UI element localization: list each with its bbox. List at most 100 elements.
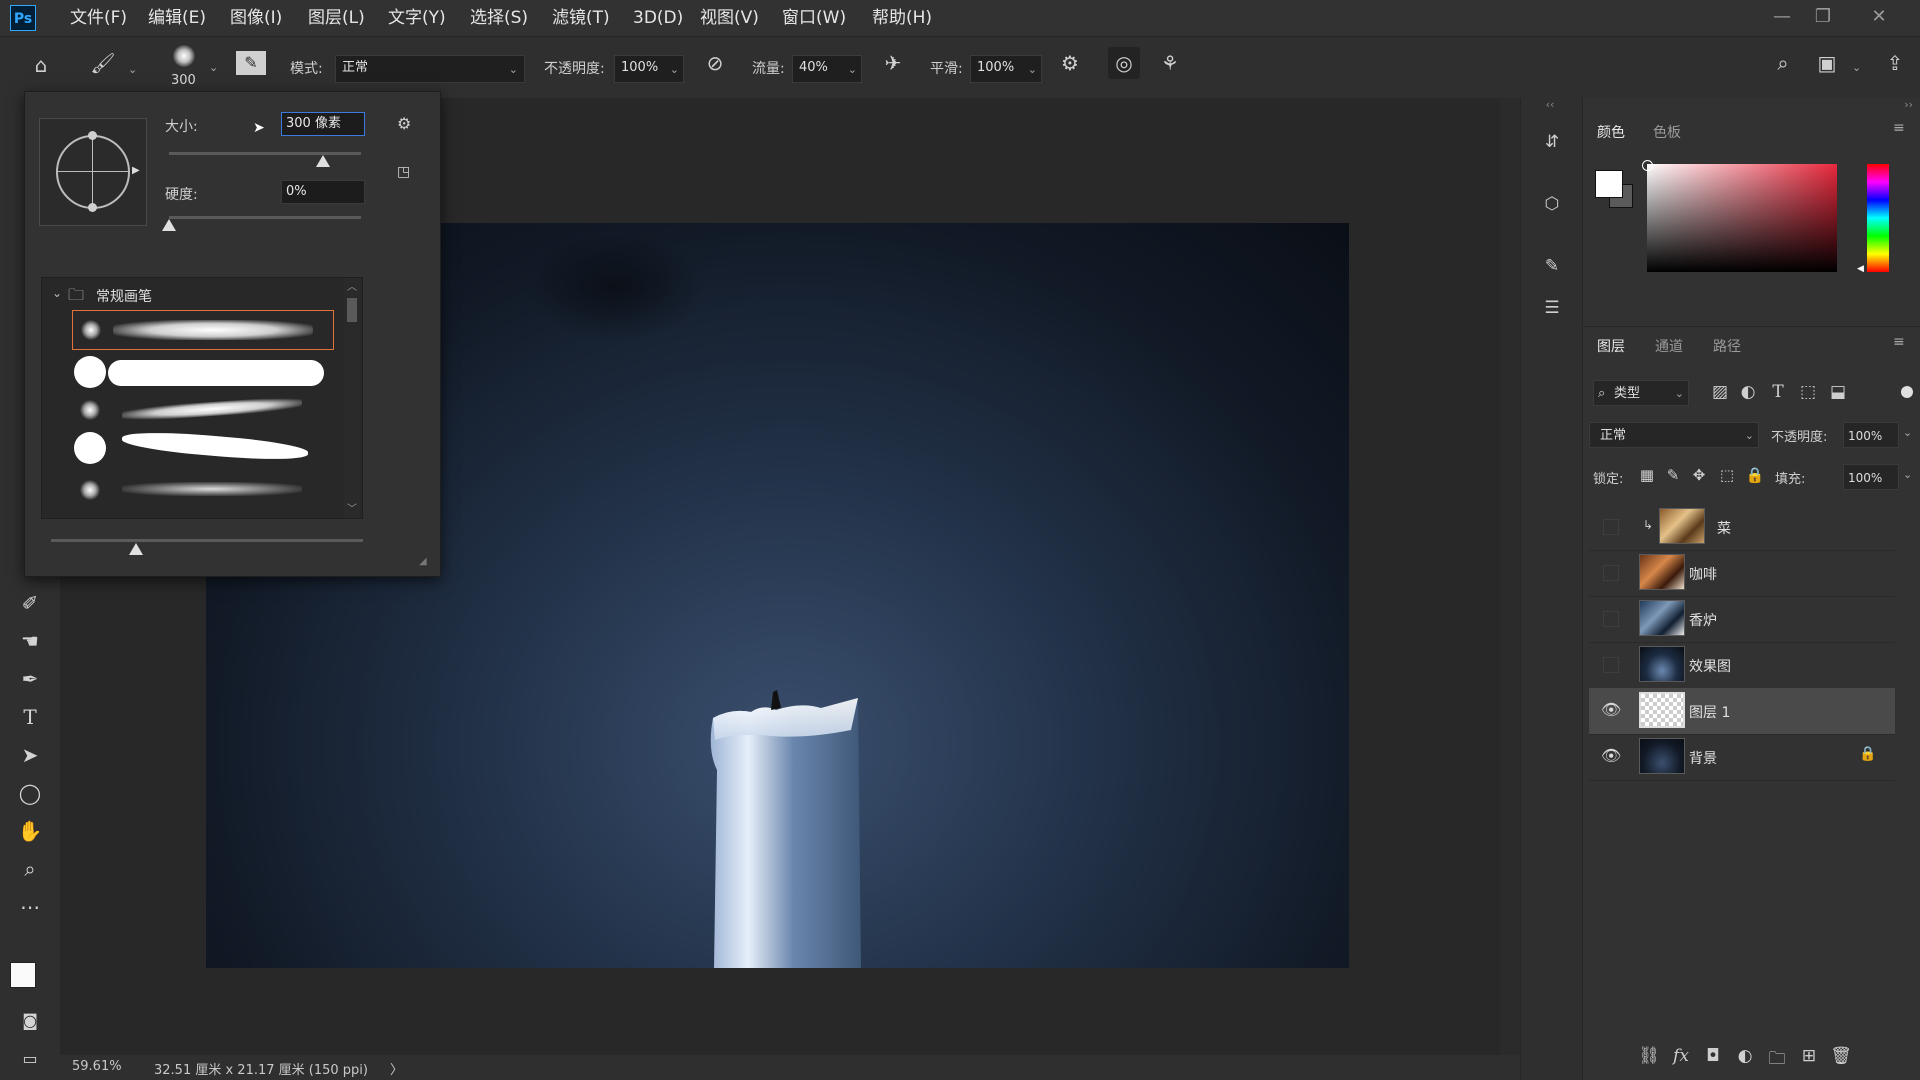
chevron-down-icon[interactable]: ﹀ <box>347 500 357 515</box>
flow-input[interactable]: 40% ⌄ <box>792 55 862 83</box>
layer-row[interactable]: ↳ 菜 <box>1589 504 1895 551</box>
menu-type[interactable]: 文字(Y) <box>388 0 446 36</box>
filter-type-icon[interactable]: T <box>1767 382 1789 402</box>
brush-angle-preview[interactable]: ▶ <box>39 118 147 226</box>
menu-image[interactable]: 图像(I) <box>230 0 282 36</box>
lock-all-icon[interactable]: 🔒 <box>1745 466 1765 484</box>
adjustments-icon[interactable]: ☰ <box>1535 298 1569 318</box>
layer-opacity-input[interactable]: 100% <box>1843 422 1899 448</box>
lock-image-icon[interactable]: ✎ <box>1663 466 1683 484</box>
visibility-toggle[interactable] <box>1603 519 1619 535</box>
chevron-down-icon[interactable]: ⌄ <box>209 61 218 74</box>
brush-preset-item[interactable] <box>72 310 334 350</box>
brush-list-scrollbar[interactable]: ︿ ﹀ <box>344 278 360 518</box>
lock-artboard-icon[interactable]: ⬚ <box>1717 466 1737 484</box>
minimize-button[interactable]: — <box>1765 2 1799 32</box>
menu-select[interactable]: 选择(S) <box>470 0 528 36</box>
layer-list[interactable]: ↳ 菜 咖啡 香炉 效果图 👁 图层 1 👁 背景 🔒 <box>1583 504 1903 884</box>
menu-help[interactable]: 帮助(H) <box>872 0 932 36</box>
chevron-up-icon[interactable]: ︿ <box>347 278 357 293</box>
hardness-slider[interactable] <box>169 216 361 219</box>
layer-row[interactable]: 效果图 <box>1589 642 1895 689</box>
roundness-handle[interactable] <box>88 203 97 212</box>
fill-input[interactable]: 100% <box>1843 464 1899 490</box>
workspace-icon[interactable]: ▣ <box>1812 51 1842 75</box>
foreground-color-swatch[interactable] <box>10 962 36 988</box>
spot-healing-icon[interactable]: ✐ <box>14 588 46 618</box>
ellipse-tool-icon[interactable]: ◯ <box>14 778 46 808</box>
gear-icon[interactable]: ⚙ <box>1055 51 1085 75</box>
foreground-color-swatch[interactable] <box>1595 170 1623 198</box>
tab-swatches[interactable]: 色板 <box>1653 122 1681 142</box>
quick-mask-icon[interactable]: ◙ <box>14 1006 46 1036</box>
tab-channels[interactable]: 通道 <box>1655 336 1683 356</box>
tab-layers[interactable]: 图层 <box>1597 336 1625 356</box>
new-layer-icon[interactable]: ⊞ <box>1797 1046 1821 1066</box>
add-mask-icon[interactable]: ◘ <box>1701 1046 1725 1066</box>
hardness-input[interactable]: 0% <box>281 180 365 204</box>
brush-settings-icon[interactable]: ✎ <box>236 51 266 75</box>
close-button[interactable]: ✕ <box>1862 2 1896 32</box>
filter-shape-icon[interactable]: ⬚ <box>1797 382 1819 402</box>
new-group-icon[interactable]: 🗀 <box>1765 1046 1789 1075</box>
brush-preset-list[interactable]: ⌄ 🗀 常规画笔 ︿ ﹀ <box>41 277 363 519</box>
visibility-toggle[interactable] <box>1603 565 1619 581</box>
layer-name[interactable]: 图层 1 <box>1689 702 1730 722</box>
pen-tool-icon[interactable]: ✒ <box>14 664 46 694</box>
more-tools-icon[interactable]: ⋯ <box>14 892 46 922</box>
menu-filter[interactable]: 滤镜(T) <box>552 0 610 36</box>
filter-adjustment-icon[interactable]: ◐ <box>1737 382 1759 402</box>
menu-view[interactable]: 视图(V) <box>700 0 759 36</box>
angle-handle[interactable] <box>88 131 97 140</box>
color-picker-cursor[interactable] <box>1642 160 1653 171</box>
brush-preset-picker[interactable]: 300 <box>163 43 213 93</box>
visibility-toggle[interactable] <box>1603 657 1619 673</box>
screen-mode-icon[interactable]: ▭ <box>14 1044 46 1074</box>
zoom-tool-icon[interactable]: ⌕ <box>14 854 46 884</box>
visibility-toggle[interactable] <box>1603 611 1619 627</box>
menu-file[interactable]: 文件(F) <box>70 0 127 36</box>
new-adjustment-icon[interactable]: ◐ <box>1733 1046 1757 1066</box>
layer-row-selected[interactable]: 👁 图层 1 <box>1589 688 1895 735</box>
brush-folder-name[interactable]: 常规画笔 <box>96 286 152 306</box>
panel-menu-icon[interactable]: ≡ <box>1893 334 1905 350</box>
filter-smart-object-icon[interactable]: ⬓ <box>1827 382 1849 402</box>
panel-menu-icon[interactable]: ≡ <box>1893 120 1905 136</box>
share-icon[interactable]: ⇪ <box>1880 51 1910 75</box>
layer-name[interactable]: 咖啡 <box>1689 564 1717 584</box>
status-menu-arrow[interactable]: 〉 <box>390 1059 403 1078</box>
layer-row[interactable]: 咖啡 <box>1589 550 1895 597</box>
chevron-down-icon[interactable]: ⌄ <box>1903 468 1912 481</box>
tab-paths[interactable]: 路径 <box>1713 336 1741 356</box>
menu-window[interactable]: 窗口(W) <box>782 0 846 36</box>
brush-preset-item[interactable] <box>72 352 334 392</box>
hardness-slider-thumb[interactable] <box>162 219 176 231</box>
chevron-down-icon[interactable]: ⌄ <box>1852 61 1861 74</box>
mode-select[interactable]: 正常 ⌄ <box>335 55 525 83</box>
resize-grip-icon[interactable]: ◢ <box>419 556 427 567</box>
chevron-down-icon[interactable]: ⌄ <box>128 63 137 76</box>
brush-preset-item[interactable] <box>72 390 334 430</box>
lock-transparent-icon[interactable]: ▦ <box>1637 466 1657 484</box>
chevron-down-icon[interactable]: ⌄ <box>1903 426 1912 439</box>
photoshop-logo[interactable]: Ps <box>10 5 36 31</box>
color-picker-field[interactable] <box>1642 160 1837 272</box>
opacity-input[interactable]: 100% ⌄ <box>614 55 684 83</box>
chevron-down-icon[interactable]: ⌄ <box>52 286 62 300</box>
smoothing-input[interactable]: 100% ⌄ <box>970 55 1042 83</box>
3d-icon[interactable]: ⬡ <box>1535 194 1569 214</box>
size-slider-thumb[interactable] <box>315 155 330 167</box>
brush-tool-icon[interactable]: 🖌 <box>88 51 118 75</box>
expand-icon[interactable]: ›› <box>1904 98 1913 111</box>
filter-pixel-icon[interactable]: ▨ <box>1709 382 1731 402</box>
layer-name[interactable]: 香炉 <box>1689 610 1717 630</box>
layer-name[interactable]: 菜 <box>1717 518 1731 538</box>
menu-edit[interactable]: 编辑(E) <box>148 0 206 36</box>
size-input[interactable]: 300 像素 <box>281 112 365 136</box>
trash-icon[interactable]: 🗑 <box>1829 1046 1853 1066</box>
brush-preset-item[interactable] <box>72 468 334 508</box>
scroll-thumb[interactable] <box>347 298 357 322</box>
new-preset-icon[interactable]: ◳ <box>397 164 410 180</box>
hue-slider[interactable] <box>1867 164 1889 272</box>
restore-button[interactable]: ❐ <box>1806 2 1840 32</box>
